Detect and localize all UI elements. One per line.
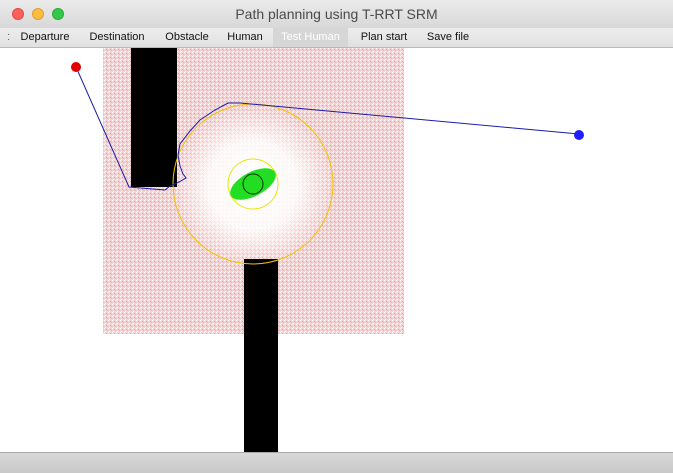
obstacle-button[interactable]: Obstacle [157, 28, 217, 47]
save-file-button[interactable]: Save file [419, 28, 477, 47]
obstacle-top[interactable] [131, 48, 177, 187]
app-window: Path planning using T-RRT SRM · · Departu… [0, 0, 673, 473]
test-human-button[interactable]: Test Human [273, 28, 348, 47]
status-bar [0, 452, 673, 473]
human-button[interactable]: Human [221, 28, 269, 47]
departure-button[interactable]: Departure [13, 28, 77, 47]
obstacle-bottom[interactable] [244, 259, 278, 452]
toolbar: · · Departure Destination Obstacle Human … [0, 28, 673, 48]
planning-canvas[interactable] [0, 48, 673, 452]
destination-button[interactable]: Destination [81, 28, 153, 47]
plan-start-button[interactable]: Plan start [353, 28, 415, 47]
window-title: Path planning using T-RRT SRM [235, 6, 438, 22]
title-bar: Path planning using T-RRT SRM [0, 0, 673, 28]
destination-point[interactable] [574, 130, 584, 140]
departure-point[interactable] [71, 62, 81, 72]
planning-canvas-svg[interactable] [0, 48, 673, 452]
toolbar-grip-icon[interactable]: · · [7, 30, 10, 45]
